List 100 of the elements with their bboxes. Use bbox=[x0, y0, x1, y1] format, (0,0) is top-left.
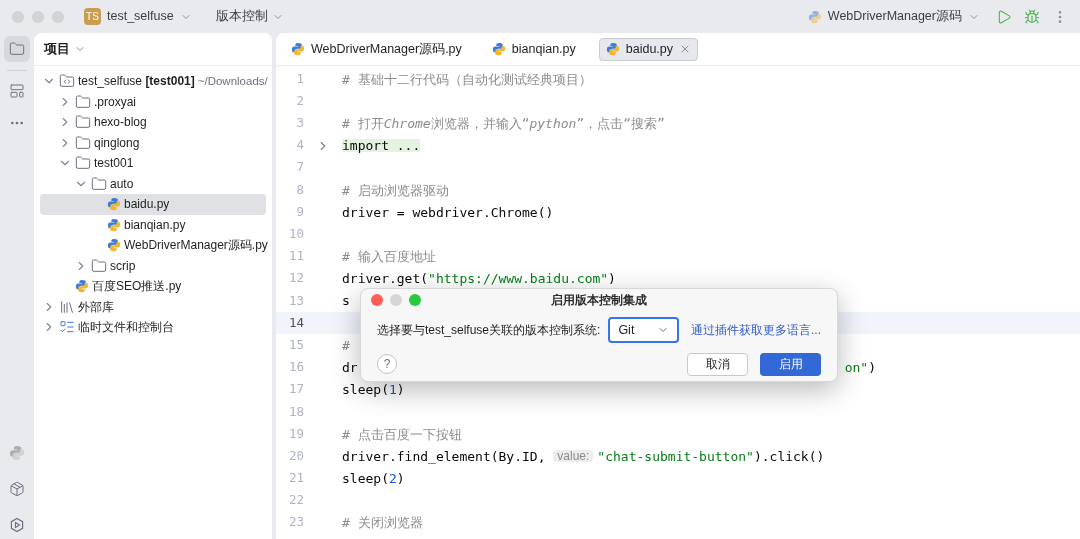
tree-label: scrip bbox=[110, 257, 136, 275]
line-number: 18 bbox=[287, 402, 304, 421]
tree-item[interactable]: WebDriverManager源码.py bbox=[40, 235, 266, 256]
tree-item[interactable]: test_selfuse [test001] ~/Downloads/ bbox=[40, 71, 266, 92]
code-comment: 浏览器，并输入“ bbox=[430, 116, 530, 130]
tree-item[interactable]: 外部库 bbox=[40, 296, 266, 317]
line-number: 10 bbox=[287, 225, 304, 244]
tree-label: qinglong bbox=[94, 134, 140, 152]
line-number: 22 bbox=[287, 491, 304, 510]
code-text: ).click() bbox=[753, 449, 825, 463]
python-icon bbox=[605, 42, 620, 56]
vcs-menu[interactable]: 版本控制 bbox=[215, 7, 284, 26]
code-comment: python bbox=[529, 116, 577, 130]
folder-icon bbox=[75, 134, 91, 151]
code-text: driver.get( bbox=[342, 272, 429, 286]
python-icon bbox=[107, 197, 121, 212]
tree-label: test_selfuse [test001] bbox=[78, 73, 195, 91]
tree-item[interactable]: .proxyai bbox=[40, 91, 266, 112]
tree-item[interactable]: scrip bbox=[40, 255, 266, 276]
line-number: 1 bbox=[295, 69, 304, 88]
tree-item[interactable]: 百度SEO推送.py bbox=[40, 276, 266, 297]
tree-label: test001 bbox=[94, 155, 134, 173]
tree-label: auto bbox=[110, 175, 134, 193]
line-number: 15 bbox=[287, 335, 304, 354]
tree-item[interactable]: qinglong bbox=[40, 132, 266, 153]
close-window-button[interactable] bbox=[371, 294, 383, 306]
structure-icon[interactable] bbox=[9, 83, 25, 99]
enable-button[interactable]: 启用 bbox=[760, 352, 821, 376]
code-text: ) bbox=[868, 361, 876, 375]
tree-item[interactable]: baidu.py bbox=[40, 194, 266, 215]
python-icon bbox=[75, 279, 89, 294]
dialog-title: 启用版本控制集成 bbox=[550, 292, 648, 309]
python-icon bbox=[491, 42, 506, 56]
code-text: "chat-submit-button" bbox=[597, 449, 754, 463]
module-folder-icon bbox=[59, 73, 75, 90]
tree-item[interactable]: 临时文件和控制台 bbox=[40, 317, 266, 338]
tree-item[interactable]: hexo-blog bbox=[40, 112, 266, 133]
tree-label: hexo-blog bbox=[94, 114, 147, 132]
editor-tab[interactable]: bianqian.py bbox=[484, 37, 583, 61]
code-comment: ”，点击“搜索” bbox=[576, 116, 665, 130]
tree-item[interactable]: auto bbox=[40, 173, 266, 194]
python-icon bbox=[107, 238, 121, 253]
line-number: 11 bbox=[287, 247, 304, 266]
code-text: driver = webdriver.Chrome() bbox=[342, 205, 554, 219]
line-number: 23 bbox=[287, 513, 304, 532]
line-number: 7 bbox=[295, 158, 304, 177]
code-text: s bbox=[342, 294, 350, 308]
bug-icon[interactable] bbox=[1024, 8, 1040, 25]
tree-item[interactable]: test001 bbox=[40, 153, 266, 174]
field-label: 选择要与test_selfuse关联的版本控制系统: bbox=[377, 322, 601, 339]
folder-icon bbox=[91, 257, 107, 274]
code-text: ) bbox=[396, 383, 405, 397]
cancel-button[interactable]: 取消 bbox=[687, 352, 748, 376]
line-number: 3 bbox=[295, 114, 304, 133]
editor-tab[interactable]: baidu.py bbox=[598, 37, 699, 61]
code-text: "https://www.baidu.com" bbox=[428, 272, 609, 286]
code-text: sleep( bbox=[342, 383, 389, 397]
line-number: 9 bbox=[295, 202, 304, 221]
line-number: 16 bbox=[287, 358, 304, 377]
tree-label: 外部库 bbox=[78, 298, 114, 316]
tree-item[interactable]: bianqian.py bbox=[40, 214, 266, 235]
python-icon bbox=[107, 217, 121, 232]
python-icon bbox=[291, 42, 305, 56]
run-configuration-menu[interactable]: WebDriverManager源码 bbox=[807, 7, 980, 26]
tree-label: .proxyai bbox=[94, 93, 137, 111]
code-comment: # 打开 bbox=[342, 116, 384, 130]
project-menu[interactable]: TS test_selfuse bbox=[80, 7, 196, 26]
folder-icon bbox=[75, 155, 91, 172]
run-icon[interactable] bbox=[996, 8, 1012, 25]
line-number: 20 bbox=[287, 446, 304, 465]
code-text: ) bbox=[396, 471, 405, 485]
line-number: 19 bbox=[287, 424, 304, 443]
zoom-window-button[interactable] bbox=[409, 294, 421, 306]
plugin-link[interactable]: 通过插件获取更多语言... bbox=[691, 321, 821, 339]
code-comment: # 基础十二行代码（自动化测试经典项目） bbox=[342, 72, 592, 86]
inlay-hint: value: bbox=[553, 450, 594, 463]
line-number: 17 bbox=[287, 380, 304, 399]
panel-title: 项目 bbox=[44, 40, 70, 58]
tree-label: 临时文件和控制台 bbox=[78, 319, 174, 337]
package-icon[interactable] bbox=[9, 481, 25, 497]
folder-icon bbox=[75, 114, 91, 131]
help-button[interactable]: ? bbox=[377, 354, 397, 374]
project-badge: TS bbox=[84, 8, 101, 25]
code-text: ) bbox=[608, 272, 616, 286]
python-icon bbox=[807, 9, 822, 24]
code-text: dr bbox=[342, 361, 358, 375]
play-hexagon-icon[interactable] bbox=[9, 517, 25, 533]
project-tool-button[interactable] bbox=[4, 36, 30, 62]
line-number: 4 bbox=[295, 136, 304, 155]
folder-icon bbox=[75, 93, 91, 110]
vcs-select[interactable]: Git bbox=[608, 317, 679, 343]
line-number: 21 bbox=[287, 469, 304, 488]
code-text: on" bbox=[844, 361, 869, 375]
code-comment: Chrome bbox=[383, 116, 431, 130]
folder-icon bbox=[91, 175, 107, 192]
editor-tab[interactable]: WebDriverManager源码.py bbox=[284, 37, 469, 61]
line-number: 8 bbox=[295, 180, 304, 199]
code-comment: # 点击百度一下按钮 bbox=[342, 427, 462, 441]
library-icon bbox=[59, 298, 75, 315]
code-comment: # 关闭浏览器 bbox=[342, 516, 423, 530]
